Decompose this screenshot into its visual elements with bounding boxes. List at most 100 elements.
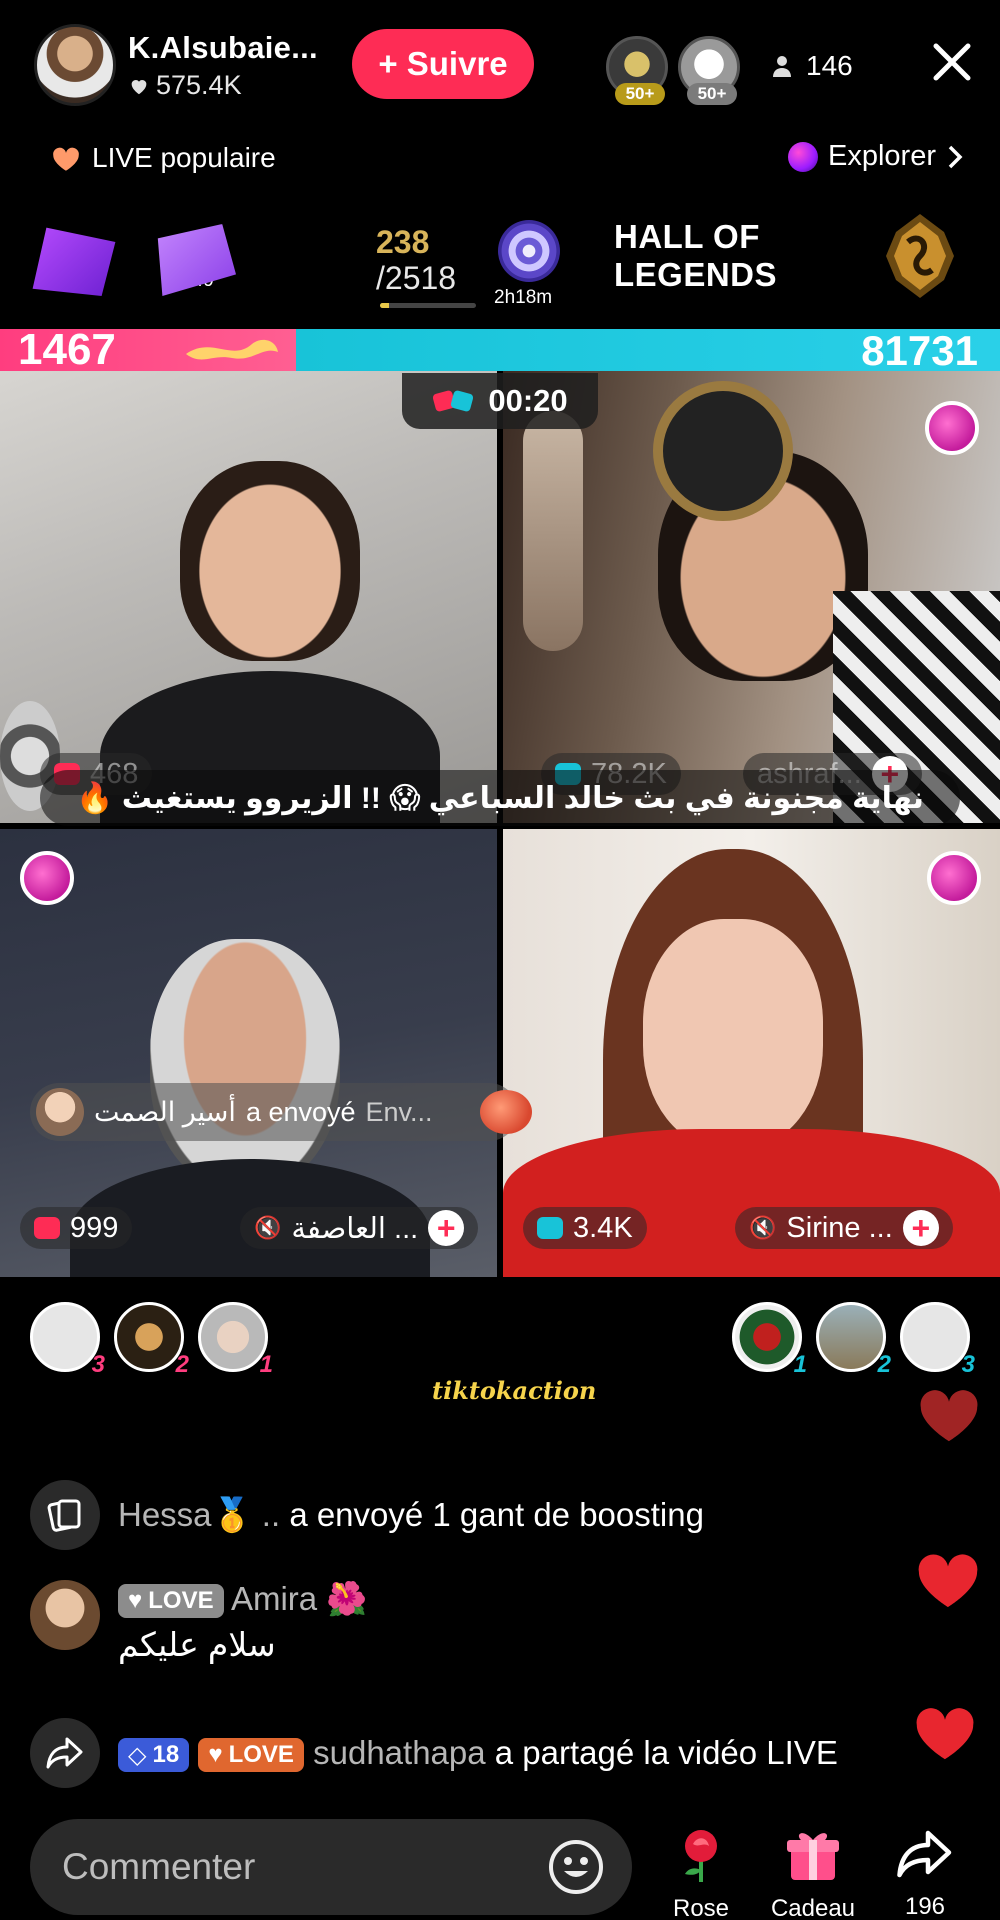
gift-label: Cadeau bbox=[770, 1895, 856, 1920]
tile-guest-chip[interactable]: 🔇 العاصفة ... + bbox=[240, 1207, 479, 1249]
rose-icon bbox=[685, 1830, 717, 1882]
gift-box-event[interactable]: 00:49 bbox=[144, 224, 236, 296]
explore-button[interactable]: Explorer bbox=[788, 140, 964, 173]
vase-decor bbox=[523, 411, 583, 651]
follow-plus-icon[interactable]: + bbox=[428, 1210, 465, 1246]
gift-icon bbox=[480, 1090, 532, 1134]
host-likes: 575.4K bbox=[128, 70, 242, 101]
boost-event-1[interactable]: 00:24 bbox=[28, 224, 120, 296]
wall-clock bbox=[653, 381, 793, 521]
comment-input[interactable]: Commenter bbox=[30, 1819, 632, 1915]
tile-guest-chip[interactable]: 🔇 Sirine ... + bbox=[735, 1207, 953, 1249]
right-rank-avatar-2[interactable]: 2 bbox=[816, 1302, 891, 1378]
left-rank-avatar-2[interactable]: 2 bbox=[114, 1302, 189, 1378]
floating-heart-icon bbox=[918, 1554, 978, 1608]
top-viewer-avatar-2[interactable]: 50+ bbox=[678, 36, 740, 105]
tile-guest-name: العاصفة ... bbox=[291, 1212, 419, 1245]
battle-icon bbox=[433, 390, 474, 412]
popular-live-text: LIVE populaire bbox=[92, 142, 276, 173]
emoji-icon[interactable] bbox=[548, 1839, 604, 1895]
follow-plus-icon[interactable]: + bbox=[902, 1210, 939, 1246]
video-tile-1[interactable]: 468 bbox=[0, 371, 497, 823]
likes-count: 575.4K bbox=[156, 70, 242, 100]
boost-cards-icon bbox=[30, 1480, 100, 1550]
popular-live-label[interactable]: LIVE populaire bbox=[50, 142, 276, 174]
lightning-badge-icon bbox=[927, 851, 981, 905]
gift-button[interactable]: Cadeau bbox=[758, 1826, 868, 1920]
chat-username: Hessa🥇 .. bbox=[118, 1495, 281, 1533]
rank-number: 2 bbox=[175, 1351, 189, 1378]
right-rank-avatar-1[interactable]: 1 bbox=[732, 1302, 807, 1378]
rank-number: 3 bbox=[91, 1351, 105, 1378]
tile-score: 999 bbox=[70, 1211, 119, 1244]
goal-current: 238 bbox=[376, 224, 430, 260]
guest-face bbox=[150, 939, 340, 1189]
chat-text: a partagé la vidéo LIVE bbox=[494, 1733, 838, 1771]
share-icon bbox=[30, 1718, 100, 1788]
chat-text: سلام عليكم bbox=[118, 1626, 276, 1663]
left-rank-avatar-1[interactable]: 1 bbox=[198, 1302, 273, 1378]
heart-icon: ♥ bbox=[128, 1587, 143, 1615]
person-icon bbox=[773, 56, 791, 77]
explore-icon bbox=[788, 141, 818, 172]
viewer-badge-tag: 50+ bbox=[615, 83, 665, 105]
video-tile-3[interactable]: 999 🔇 العاصفة ... + bbox=[0, 829, 497, 1277]
tile-score: 3.4K bbox=[573, 1211, 633, 1244]
share-button[interactable]: 196 bbox=[870, 1826, 980, 1920]
left-score: 1467 bbox=[18, 325, 116, 374]
floating-heart-icon bbox=[920, 1390, 978, 1442]
heart-icon bbox=[131, 79, 147, 94]
chat-message-1[interactable]: Hessa🥇 .. a envoyé 1 gant de boosting bbox=[30, 1480, 704, 1550]
explore-text: Explorer bbox=[828, 140, 936, 172]
viewer-count[interactable]: 146 bbox=[772, 50, 853, 82]
right-score: 81731 bbox=[861, 327, 978, 374]
video-tile-2[interactable]: 78.2K ashraf... + bbox=[503, 371, 1000, 823]
rank-number: 1 bbox=[793, 1351, 807, 1378]
guest-top bbox=[503, 1129, 1000, 1277]
target-icon[interactable] bbox=[498, 220, 560, 282]
flame-icon bbox=[186, 339, 278, 360]
chat-message-2[interactable]: ♥ LOVE Amira 🌺 سلام عليكم bbox=[30, 1580, 367, 1664]
lightning-badge-icon bbox=[20, 851, 74, 905]
battle-score-bar bbox=[0, 329, 1000, 371]
rose-button[interactable]: Rose bbox=[646, 1826, 756, 1920]
rank-number: 3 bbox=[961, 1351, 975, 1378]
tile-guest-name: Sirine ... bbox=[786, 1211, 893, 1244]
live-caption: نهاية مجنونة في بث خالد السباعي 😱 !! الز… bbox=[40, 770, 960, 826]
level-badge: ◇ 18 bbox=[118, 1738, 190, 1773]
hall-of-legends[interactable]: HALL OF LEGENDS bbox=[614, 218, 777, 294]
chat-text: a envoyé 1 gant de boosting bbox=[289, 1495, 704, 1533]
chat-username: sudhathapa bbox=[313, 1733, 486, 1771]
left-rank-avatar-3[interactable]: 3 bbox=[30, 1302, 105, 1378]
video-tile-4[interactable]: 3.4K 🔇 Sirine ... + bbox=[503, 829, 1000, 1277]
watermark: tiktokaction bbox=[432, 1376, 597, 1405]
rank-number: 2 bbox=[877, 1351, 891, 1378]
diamond-icon: ◇ bbox=[128, 1741, 147, 1769]
share-count: 196 bbox=[904, 1893, 946, 1920]
right-rank-avatar-3[interactable]: 3 bbox=[900, 1302, 975, 1378]
floating-heart-icon bbox=[916, 1708, 974, 1760]
gift-sender-name: أسير الصمت bbox=[94, 1096, 236, 1127]
gift-notification: أسير الصمت a envoyé Env... bbox=[30, 1083, 532, 1141]
tile-score-chip: 3.4K bbox=[523, 1207, 647, 1249]
top-viewer-avatar-1[interactable]: 50+ bbox=[606, 36, 668, 105]
chat-message-3[interactable]: ◇ 18 ♥ LOVE sudhathapa a partagé la vidéo … bbox=[30, 1718, 838, 1788]
viewer-badge-tag: 50+ bbox=[687, 83, 737, 105]
camera-icon bbox=[34, 1217, 60, 1239]
love-badge-text: LOVE bbox=[148, 1587, 214, 1615]
tile-score-chip: 999 bbox=[20, 1207, 133, 1249]
battle-timer-text: 00:20 bbox=[488, 383, 568, 418]
host-avatar[interactable] bbox=[34, 24, 116, 106]
rose-label: Rose bbox=[672, 1895, 730, 1920]
chevron-right-icon bbox=[948, 145, 963, 168]
goal-total: /2518 bbox=[376, 260, 457, 296]
chat-avatar bbox=[30, 1580, 100, 1650]
close-icon[interactable] bbox=[930, 40, 974, 84]
host-name[interactable]: K.Alsubaie... bbox=[128, 30, 318, 66]
love-badge: ♥ LOVE bbox=[118, 1584, 224, 1619]
legend-emblem-icon bbox=[886, 214, 954, 298]
guest-face bbox=[180, 461, 360, 661]
share-arrow-icon bbox=[897, 1830, 952, 1878]
love-badge: ♥ LOVE bbox=[198, 1738, 304, 1773]
follow-button[interactable]: + Suivre bbox=[352, 29, 534, 99]
